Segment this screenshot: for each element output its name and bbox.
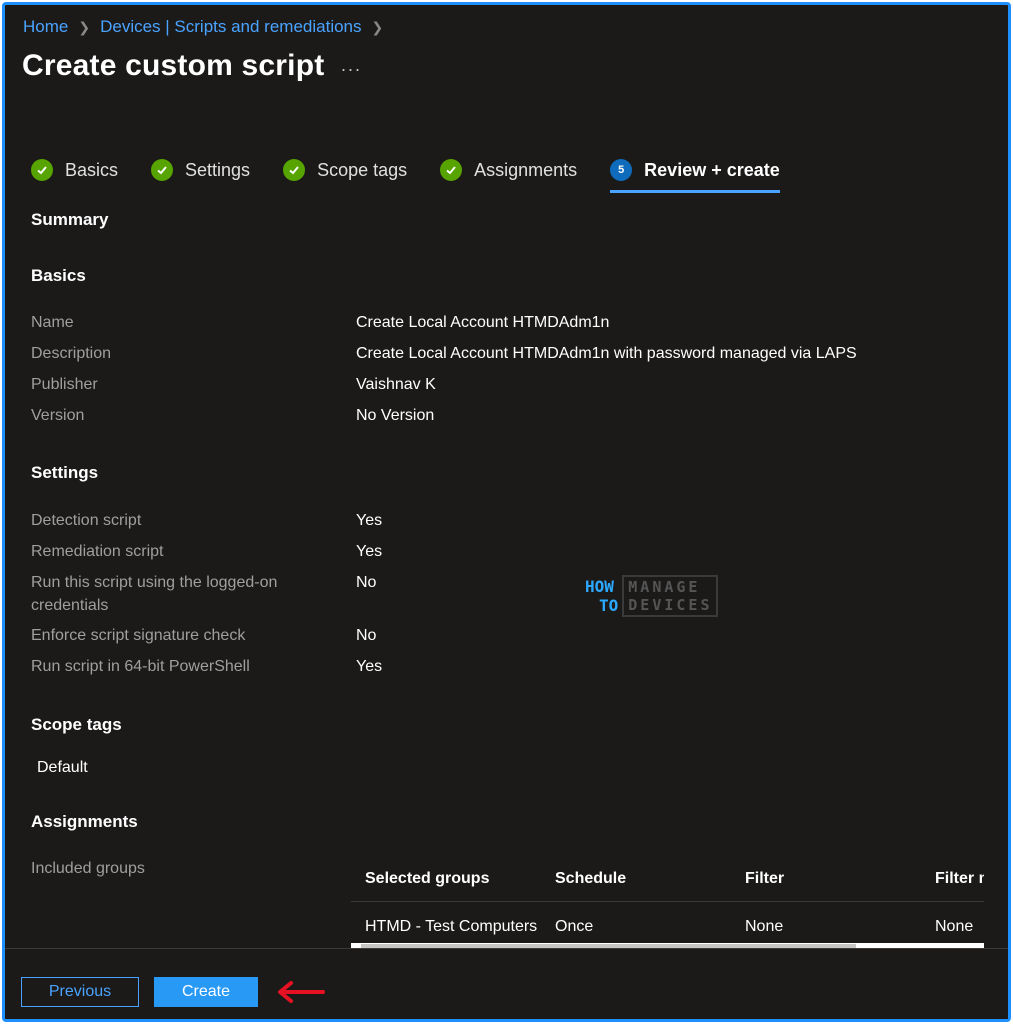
more-options-icon[interactable]: ...	[341, 55, 362, 76]
breadcrumb-home-link[interactable]: Home	[23, 17, 68, 37]
checkmark-icon	[31, 159, 53, 181]
scope-tag-value: Default	[37, 759, 88, 776]
settings-detection-label: Detection script	[31, 512, 142, 529]
column-header-selected-groups[interactable]: Selected groups	[365, 870, 489, 888]
tab-assignments[interactable]: Assignments	[440, 159, 577, 193]
scope-tags-heading: Scope tags	[31, 715, 122, 734]
tab-label: Review + create	[644, 159, 780, 180]
step-number-icon: 5	[610, 159, 633, 181]
table-header: Selected groups Schedule Filter Filter m	[351, 855, 984, 902]
tab-basics[interactable]: Basics	[31, 159, 118, 193]
wizard-footer: Previous Create	[5, 948, 1008, 1019]
breadcrumb: Home ❯ Devices | Scripts and remediation…	[23, 17, 383, 37]
basics-description-value: Create Local Account HTMDAdm1n with pass…	[356, 345, 857, 362]
watermark-right: MANAGE DEVICES	[622, 575, 719, 617]
tab-settings[interactable]: Settings	[151, 159, 250, 193]
portal-window: Home ❯ Devices | Scripts and remediation…	[2, 2, 1011, 1022]
settings-remediation-label: Remediation script	[31, 543, 164, 560]
settings-logged-on-label: Run this script using the logged-on cred…	[31, 574, 278, 614]
settings-detection-value: Yes	[356, 512, 383, 529]
basics-version-label: Version	[31, 407, 85, 424]
cell-schedule: Once	[555, 918, 594, 935]
watermark-left: HOW TO	[585, 577, 619, 615]
settings-64bit-value: Yes	[356, 658, 383, 675]
tab-label: Scope tags	[317, 159, 408, 180]
settings-signature-label: Enforce script signature check	[31, 627, 246, 644]
cell-filter-mode: None	[935, 918, 974, 935]
column-header-filter-mode[interactable]: Filter m	[935, 870, 984, 888]
summary-heading: Summary	[31, 210, 109, 229]
basics-description-label: Description	[31, 345, 112, 362]
previous-button[interactable]: Previous	[21, 977, 139, 1007]
column-header-schedule[interactable]: Schedule	[555, 870, 626, 888]
settings-heading: Settings	[31, 463, 99, 482]
page-title: Create custom script	[22, 49, 325, 82]
assignments-table: Selected groups Schedule Filter Filter m…	[351, 855, 984, 951]
tab-review-create[interactable]: 5 Review + create	[610, 159, 780, 193]
settings-64bit-label: Run script in 64-bit PowerShell	[31, 658, 250, 675]
included-groups-label: Included groups	[31, 860, 145, 877]
basics-name-value: Create Local Account HTMDAdm1n	[356, 314, 610, 331]
chevron-right-icon: ❯	[371, 18, 384, 35]
basics-publisher-value: Vaishnav K	[356, 376, 436, 393]
basics-version-value: No Version	[356, 407, 435, 424]
checkmark-icon	[440, 159, 463, 181]
tab-label: Settings	[185, 159, 251, 180]
breadcrumb-scripts-link[interactable]: Devices | Scripts and remediations	[100, 17, 361, 37]
wizard-tabs: Basics Settings Scope tags Assignments 5…	[31, 159, 813, 193]
chevron-right-icon: ❯	[78, 18, 91, 35]
checkmark-icon	[151, 159, 174, 181]
cell-filter: None	[745, 918, 784, 935]
settings-signature-value: No	[356, 627, 377, 644]
watermark-logo: HOW TO MANAGE DEVICES	[585, 575, 719, 617]
column-header-filter[interactable]: Filter	[745, 870, 784, 888]
tab-label: Assignments	[474, 159, 578, 180]
settings-logged-on-value: No	[356, 574, 377, 591]
cell-group: HTMD - Test Computers	[365, 918, 538, 935]
settings-remediation-value: Yes	[356, 543, 383, 560]
create-button[interactable]: Create	[154, 977, 258, 1007]
basics-heading: Basics	[31, 266, 86, 285]
basics-name-label: Name	[31, 314, 74, 331]
arrow-left-icon	[278, 981, 325, 1003]
assignments-heading: Assignments	[31, 812, 138, 831]
tab-scope-tags[interactable]: Scope tags	[283, 159, 407, 193]
checkmark-icon	[283, 159, 306, 181]
tab-label: Basics	[65, 159, 119, 180]
basics-publisher-label: Publisher	[31, 376, 98, 393]
